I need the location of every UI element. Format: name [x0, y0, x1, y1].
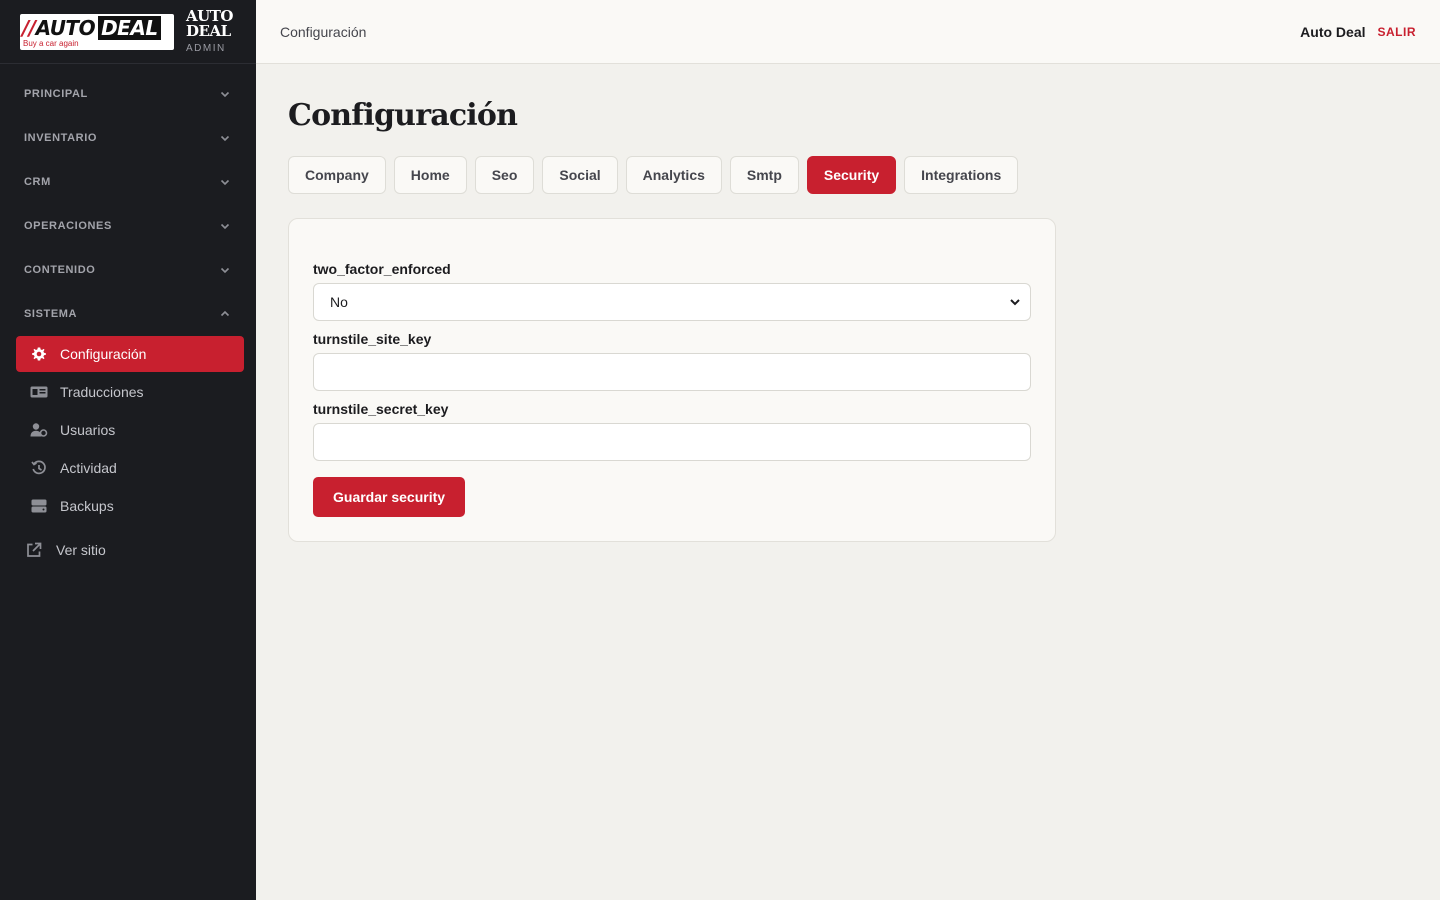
sidebar-item-traducciones[interactable]: Traducciones [16, 374, 244, 410]
tab-home[interactable]: Home [393, 156, 467, 194]
external-link-icon [26, 541, 44, 559]
nav-section-label: SISTEMA [24, 308, 78, 320]
user-name: Auto Deal [1300, 23, 1366, 40]
tab-smtp[interactable]: Smtp [729, 156, 799, 194]
ver-sitio-link[interactable]: Ver sitio [0, 532, 256, 568]
logo-slash: // [22, 15, 36, 40]
site-key-input[interactable] [313, 353, 1031, 391]
chevron-down-icon [220, 91, 230, 98]
logo-tagline: Buy a car again [23, 38, 79, 48]
nav-section-inventario[interactable]: INVENTARIO [0, 116, 256, 160]
save-security-button[interactable]: Guardar security [313, 477, 466, 517]
tab-seo[interactable]: Seo [474, 156, 535, 194]
secret-key-label: turnstile_secret_key [313, 401, 449, 417]
sidebar-item-label: Configuración [60, 346, 147, 362]
two-factor-select[interactable]: No [313, 283, 1031, 321]
page-title: Configuración [288, 98, 518, 133]
gear-icon [30, 345, 48, 363]
nav-section-operaciones[interactable]: OPERACIONES [0, 204, 256, 248]
brand: //AUTO DEAL Buy a car again AUTO DEAL ADM… [0, 0, 256, 64]
sidebar-item-actividad[interactable]: Actividad [16, 450, 244, 486]
nav-section-label: CONTENIDO [24, 264, 96, 276]
users-icon [30, 421, 48, 439]
two-factor-label: two_factor_enforced [313, 261, 451, 277]
tab-social[interactable]: Social [542, 156, 618, 194]
nav-section-label: PRINCIPAL [24, 88, 88, 100]
nav-section-label: OPERACIONES [24, 220, 112, 232]
sidebar: //AUTO DEAL Buy a car again AUTO DEAL ADM… [0, 0, 256, 900]
chevron-down-icon [220, 135, 230, 142]
brand-title: AUTO DEAL [186, 7, 233, 40]
history-icon [30, 459, 48, 477]
topbar: Configuración Auto Deal SALIR [256, 0, 1440, 64]
sidebar-item-label: Usuarios [60, 422, 116, 438]
sistema-items: Configuración Traducciones Usuarios Acti… [0, 336, 256, 524]
sidebar-item-label: Actividad [60, 460, 117, 476]
chevron-down-icon [220, 223, 230, 230]
nav-section-crm[interactable]: CRM [0, 160, 256, 204]
chevron-down-icon [220, 179, 230, 186]
chevron-down-icon [220, 267, 230, 274]
nav-section-principal[interactable]: PRINCIPAL [0, 72, 256, 116]
site-key-label: turnstile_site_key [313, 331, 432, 347]
nav-section-contenido[interactable]: CONTENIDO [0, 248, 256, 292]
sidebar-item-label: Backups [60, 498, 114, 514]
logout-button[interactable]: SALIR [1378, 25, 1417, 39]
tab-analytics[interactable]: Analytics [625, 156, 722, 194]
tab-security[interactable]: Security [806, 156, 897, 194]
chevron-up-icon [220, 310, 230, 317]
secret-key-input[interactable] [313, 423, 1031, 461]
sidebar-item-usuarios[interactable]: Usuarios [16, 412, 244, 448]
two-factor-field: two_factor_enforced No [313, 261, 1031, 321]
nav-section-sistema[interactable]: SISTEMA [0, 292, 256, 336]
security-form-card: two_factor_enforced No turnstile_site_ke… [288, 218, 1056, 542]
tab-integrations[interactable]: Integrations [904, 156, 1019, 194]
breadcrumb: Configuración [280, 23, 367, 40]
translate-icon [30, 383, 48, 401]
nav-section-label: INVENTARIO [24, 132, 98, 144]
sidebar-item-label: Traducciones [60, 384, 144, 400]
brand-subtitle: ADMIN [186, 43, 226, 54]
sidebar-item-backups[interactable]: Backups [16, 488, 244, 524]
site-key-field: turnstile_site_key [313, 331, 1031, 391]
ver-sitio-label: Ver sitio [56, 542, 106, 558]
server-icon [30, 497, 48, 515]
chevron-down-icon [1010, 299, 1020, 306]
logo-auto-text: AUTO [35, 15, 96, 40]
nav-section-label: CRM [24, 176, 51, 188]
secret-key-field: turnstile_secret_key [313, 401, 1031, 461]
settings-tabs: Company Home Seo Social Analytics Smtp S… [288, 156, 1408, 194]
main-content: Configuración Company Home Seo Social An… [288, 64, 1408, 542]
auto-deal-logo[interactable]: //AUTO DEAL Buy a car again [20, 13, 174, 50]
two-factor-value: No [330, 294, 348, 310]
sidebar-item-configuracion[interactable]: Configuración [16, 336, 244, 372]
logo-deal-text: DEAL [98, 15, 161, 40]
tab-company[interactable]: Company [288, 156, 386, 194]
